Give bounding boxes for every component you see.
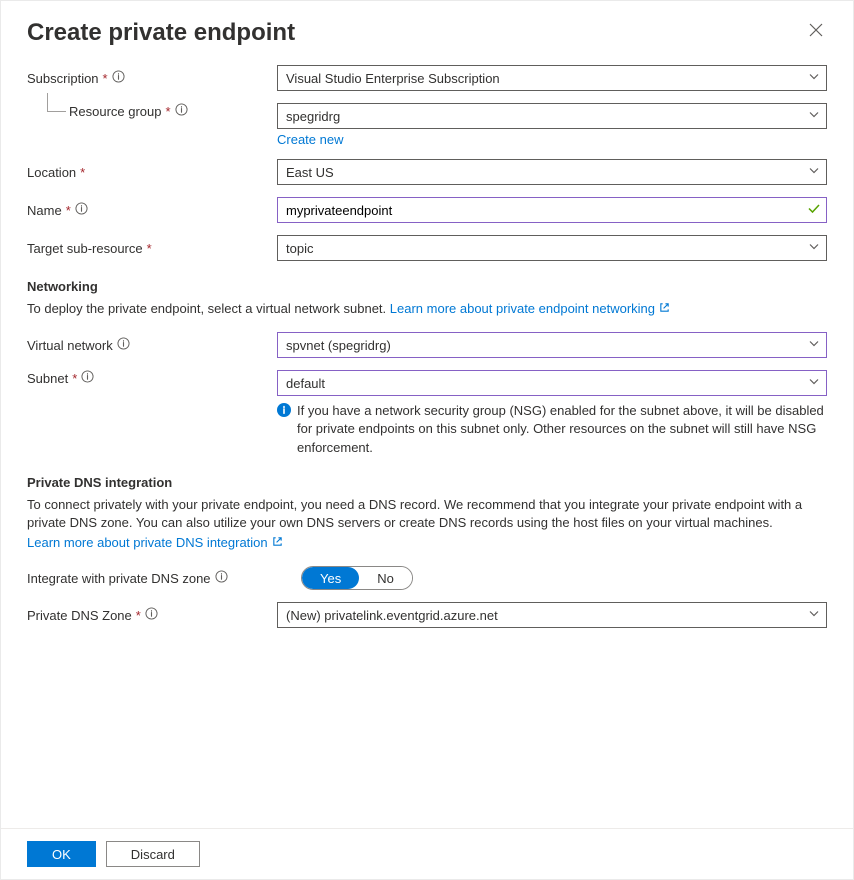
row-name: Name *: [27, 197, 827, 223]
location-value: East US: [286, 165, 334, 180]
label-target: Target sub-resource *: [27, 241, 277, 256]
vnet-label-text: Virtual network: [27, 338, 113, 353]
subnet-note-text: If you have a network security group (NS…: [297, 402, 827, 457]
required-asterisk: *: [80, 165, 85, 180]
name-input[interactable]: [277, 197, 827, 223]
row-location: Location * East US: [27, 159, 827, 185]
subscription-label-text: Subscription: [27, 71, 99, 86]
dns-zone-value: (New) privatelink.eventgrid.azure.net: [286, 608, 498, 623]
label-subnet: Subnet *: [27, 370, 277, 386]
info-icon[interactable]: [81, 370, 94, 386]
row-subscription: Subscription * Visual Studio Enterprise …: [27, 65, 827, 91]
subnet-note: If you have a network security group (NS…: [277, 402, 827, 457]
info-icon[interactable]: [75, 202, 88, 218]
label-dns-zone: Private DNS Zone *: [27, 607, 277, 623]
label-integrate: Integrate with private DNS zone: [27, 570, 301, 586]
chevron-down-icon: [808, 608, 820, 623]
dns-learn-more-wrap: Learn more about private DNS integration: [27, 534, 827, 552]
required-asterisk: *: [136, 608, 141, 623]
section-heading-dns: Private DNS integration: [27, 475, 827, 490]
label-vnet: Virtual network: [27, 337, 277, 353]
label-subscription: Subscription *: [27, 70, 277, 86]
section-heading-networking: Networking: [27, 279, 827, 294]
check-icon: [807, 202, 821, 219]
dns-description: To connect privately with your private e…: [27, 496, 827, 532]
subnet-label-text: Subnet: [27, 371, 68, 386]
required-asterisk: *: [147, 241, 152, 256]
subnet-value: default: [286, 376, 325, 391]
networking-description: To deploy the private endpoint, select a…: [27, 300, 827, 318]
info-icon[interactable]: [145, 607, 158, 623]
row-integrate-toggle: Integrate with private DNS zone Yes No: [27, 566, 827, 590]
row-virtual-network: Virtual network spvnet (spegridrg): [27, 332, 827, 358]
resource-group-dropdown[interactable]: spegridrg: [277, 103, 827, 129]
chevron-down-icon: [808, 165, 820, 180]
discard-button[interactable]: Discard: [106, 841, 200, 867]
dns-zone-label-text: Private DNS Zone: [27, 608, 132, 623]
rg-label-text: Resource group: [69, 104, 162, 119]
panel-footer: OK Discard: [1, 828, 853, 879]
required-asterisk: *: [166, 104, 171, 119]
chevron-down-icon: [808, 376, 820, 391]
integrate-label-text: Integrate with private DNS zone: [27, 571, 211, 586]
row-resource-group: Resource group * spegridrg Create new: [27, 103, 827, 147]
subnet-dropdown[interactable]: default: [277, 370, 827, 396]
dns-link-text: Learn more about private DNS integration: [27, 534, 268, 552]
row-subnet: Subnet * default If you have a n: [27, 370, 827, 457]
target-label-text: Target sub-resource: [27, 241, 143, 256]
dns-zone-dropdown[interactable]: (New) privatelink.eventgrid.azure.net: [277, 602, 827, 628]
subscription-dropdown[interactable]: Visual Studio Enterprise Subscription: [277, 65, 827, 91]
virtual-network-dropdown[interactable]: spvnet (spegridrg): [277, 332, 827, 358]
external-link-icon: [659, 300, 670, 318]
location-label-text: Location: [27, 165, 76, 180]
required-asterisk: *: [66, 203, 71, 218]
info-filled-icon: [277, 403, 291, 457]
integrate-dns-toggle: Yes No: [301, 566, 413, 590]
panel-title: Create private endpoint: [27, 19, 295, 47]
info-icon[interactable]: [117, 337, 130, 353]
panel-header: Create private endpoint: [1, 1, 853, 55]
chevron-down-icon: [808, 241, 820, 256]
target-value: topic: [286, 241, 313, 256]
label-resource-group: Resource group *: [27, 103, 277, 119]
vnet-value: spvnet (spegridrg): [286, 338, 391, 353]
chevron-down-icon: [808, 338, 820, 353]
row-target-subresource: Target sub-resource * topic: [27, 235, 827, 261]
chevron-down-icon: [808, 109, 820, 124]
create-private-endpoint-panel: Create private endpoint Subscription * V…: [0, 0, 854, 880]
label-name: Name *: [27, 202, 277, 218]
info-icon[interactable]: [175, 103, 188, 119]
external-link-icon: [272, 534, 283, 552]
dns-learn-more-link[interactable]: Learn more about private DNS integration: [27, 534, 283, 552]
networking-link-text: Learn more about private endpoint networ…: [390, 300, 655, 318]
info-icon[interactable]: [112, 70, 125, 86]
panel-body: Subscription * Visual Studio Enterprise …: [1, 55, 853, 828]
networking-desc-text: To deploy the private endpoint, select a…: [27, 301, 390, 316]
close-button[interactable]: [805, 19, 827, 44]
required-asterisk: *: [103, 71, 108, 86]
close-icon: [809, 25, 823, 40]
create-new-rg-link[interactable]: Create new: [277, 132, 343, 147]
subscription-value: Visual Studio Enterprise Subscription: [286, 71, 500, 86]
toggle-no[interactable]: No: [359, 567, 412, 589]
chevron-down-icon: [808, 71, 820, 86]
target-subresource-dropdown[interactable]: topic: [277, 235, 827, 261]
label-location: Location *: [27, 165, 277, 180]
info-icon[interactable]: [215, 570, 228, 586]
name-label-text: Name: [27, 203, 62, 218]
networking-learn-more-link[interactable]: Learn more about private endpoint networ…: [390, 300, 670, 318]
required-asterisk: *: [72, 371, 77, 386]
toggle-yes[interactable]: Yes: [302, 567, 359, 589]
rg-value: spegridrg: [286, 109, 340, 124]
location-dropdown[interactable]: East US: [277, 159, 827, 185]
row-dns-zone: Private DNS Zone * (New) privatelink.eve…: [27, 602, 827, 628]
ok-button[interactable]: OK: [27, 841, 96, 867]
